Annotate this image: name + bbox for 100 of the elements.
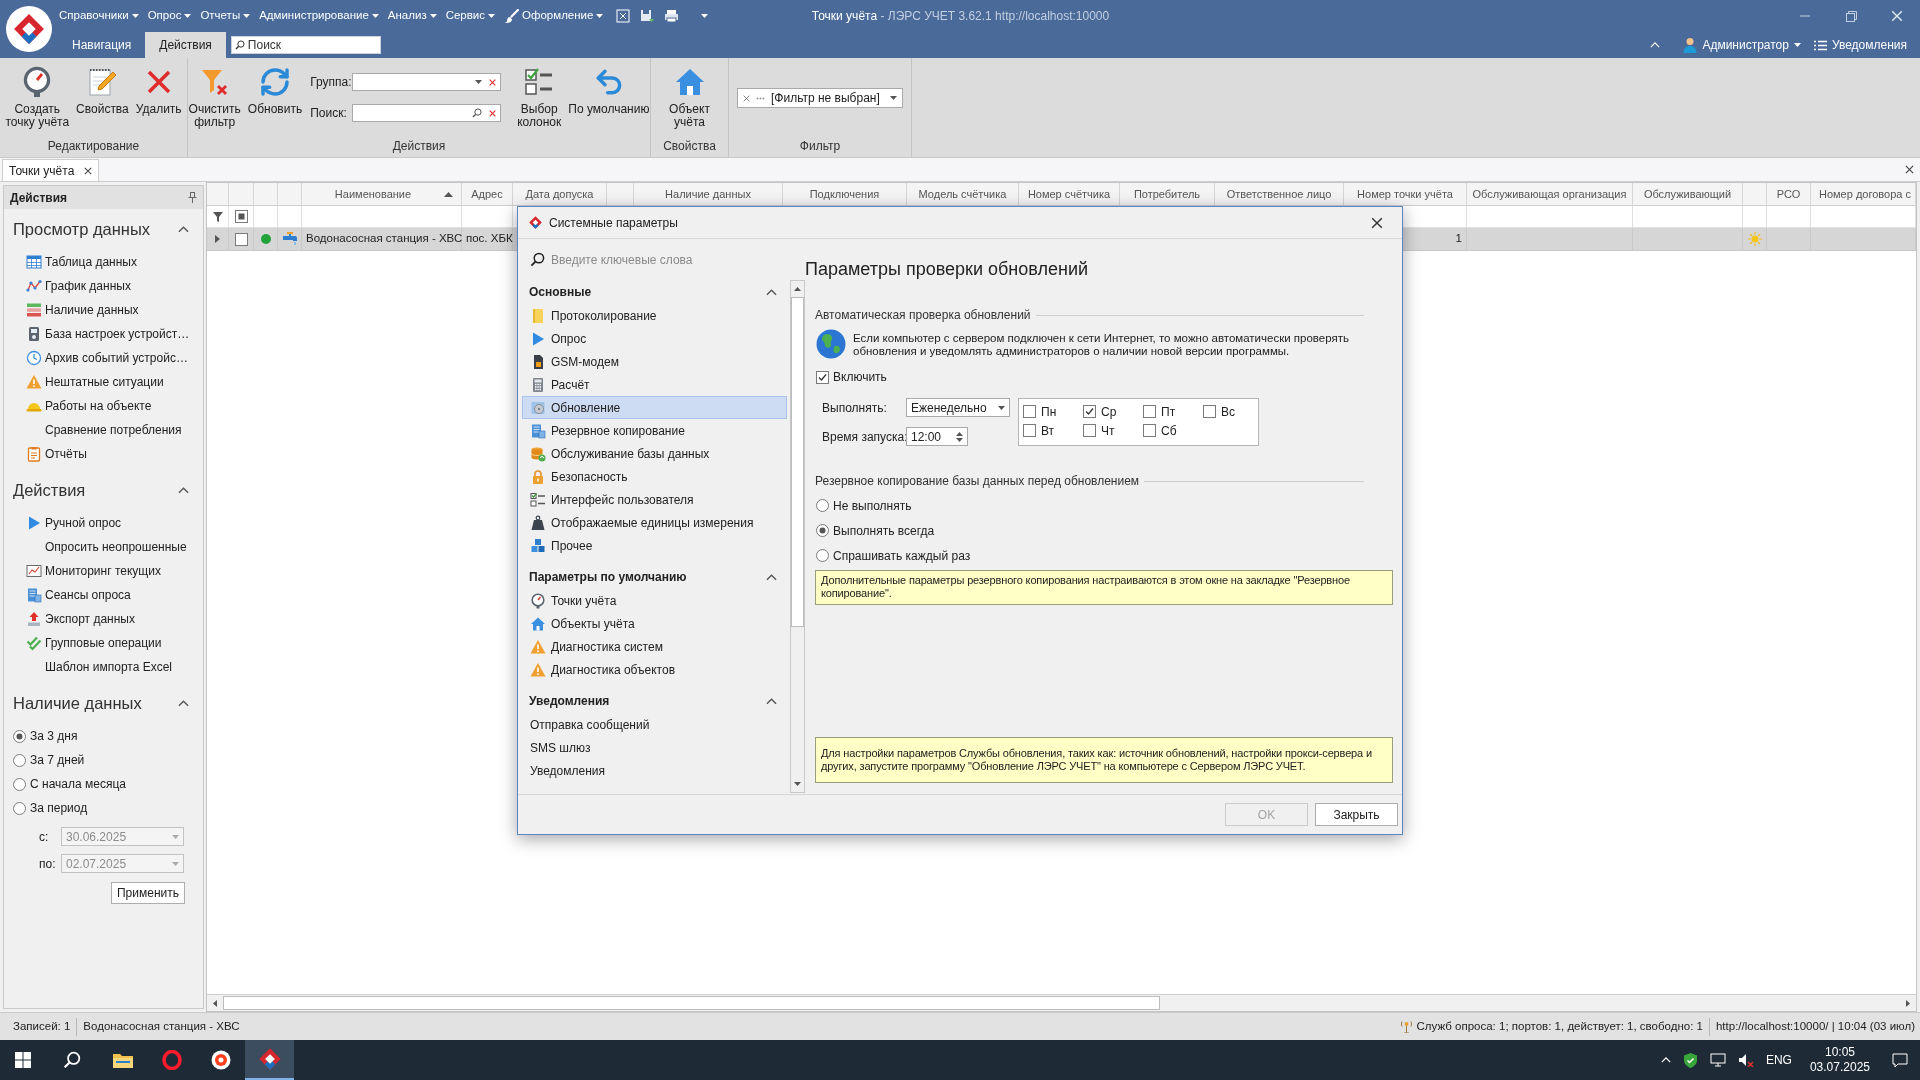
- language-indicator[interactable]: ENG: [1765, 1051, 1792, 1069]
- column-header[interactable]: Номер точки учёта: [1344, 183, 1467, 205]
- radio-option[interactable]: За 3 дня: [13, 724, 78, 748]
- menu-item[interactable]: Анализ: [387, 7, 437, 25]
- sidebar-item[interactable]: Отчёты: [26, 442, 87, 466]
- schedule-dropdown[interactable]: Еженедельно: [906, 398, 1010, 417]
- sidebar-item[interactable]: Шаблон импорта Excel: [45, 655, 173, 679]
- nav-item[interactable]: Отправка сообщений: [522, 713, 787, 736]
- day-checkbox[interactable]: Вт: [1023, 421, 1055, 440]
- create-button[interactable]: Создать точку учёта: [2, 58, 73, 136]
- day-checkbox[interactable]: Пн: [1023, 402, 1057, 421]
- chevron-up-icon[interactable]: [766, 697, 777, 705]
- nav-item[interactable]: Опрос: [522, 327, 787, 350]
- down-arrow-icon[interactable]: [794, 782, 801, 786]
- sidebar-item[interactable]: Сравнение потребления: [45, 418, 182, 442]
- search-field[interactable]: [352, 104, 502, 122]
- nav-item[interactable]: Диагностика систем: [522, 635, 787, 658]
- sidebar-item[interactable]: Архив событий устройс…: [26, 346, 188, 370]
- speech-bubble-icon[interactable]: [1892, 1052, 1908, 1068]
- day-checkbox[interactable]: Пт: [1143, 402, 1176, 421]
- up-arrow-icon[interactable]: [794, 287, 801, 291]
- column-header[interactable]: Наименование: [302, 183, 462, 205]
- caret-right-icon[interactable]: [215, 235, 220, 243]
- sidebar-item[interactable]: Экспорт данных: [26, 607, 135, 631]
- column-header[interactable]: Потребитель: [1120, 183, 1215, 205]
- checkbox-icon[interactable]: [234, 210, 248, 223]
- column-header[interactable]: РСО: [1767, 183, 1811, 205]
- close-icon[interactable]: [84, 166, 93, 175]
- menu-item[interactable]: Опрос: [147, 7, 192, 25]
- search-field[interactable]: Введите ключевые слова: [551, 250, 781, 269]
- nav-item[interactable]: Безопасность: [522, 465, 787, 488]
- enable-checkbox[interactable]: Включить: [815, 368, 887, 386]
- sidebar-item[interactable]: Нештатные ситуации: [26, 370, 164, 394]
- column-chooser-button[interactable]: Выбор колонок: [514, 58, 565, 136]
- column-header[interactable]: Дата допуска: [513, 183, 607, 205]
- ribbon-tab[interactable]: Действия: [145, 32, 226, 58]
- chevron-up-icon[interactable]: [178, 225, 189, 233]
- menu-item[interactable]: Оформление: [504, 7, 604, 25]
- dialog-button[interactable]: Закрыть: [1315, 803, 1398, 826]
- day-checkbox[interactable]: Сб: [1143, 421, 1177, 440]
- menu-item[interactable]: Администрирование: [259, 7, 379, 25]
- taskbar-app[interactable]: [245, 1040, 294, 1080]
- column-header[interactable]: Номер счётчика: [1019, 183, 1120, 205]
- menu-item[interactable]: Сервис: [445, 7, 496, 25]
- nav-item[interactable]: Резервное копирование: [522, 419, 787, 442]
- clear-filter-button[interactable]: Очистить фильтр: [185, 58, 244, 136]
- sidebar-item[interactable]: График данных: [26, 274, 131, 298]
- sidebar-item[interactable]: Таблица данных: [26, 250, 137, 274]
- column-header[interactable]: Наличие данных: [634, 183, 783, 205]
- chevron-up-icon[interactable]: [766, 573, 777, 581]
- nav-item[interactable]: Интерфейс пользователя: [522, 488, 787, 511]
- column-header[interactable]: Подключения: [783, 183, 907, 205]
- chevron-up-icon[interactable]: [178, 699, 189, 707]
- left-arrow-icon[interactable]: [213, 999, 217, 1007]
- sidebar-item[interactable]: Ручной опрос: [26, 511, 122, 535]
- column-header[interactable]: Модель счётчика: [907, 183, 1019, 205]
- nav-item[interactable]: Отображаемые единицы измерения: [522, 511, 787, 534]
- nav-item[interactable]: Точки учёта: [522, 589, 787, 612]
- menu-item[interactable]: Отчеты: [200, 7, 251, 25]
- menu-item[interactable]: Справочники: [59, 7, 139, 25]
- radio-option[interactable]: Не выполнять: [816, 493, 912, 518]
- sidebar-item[interactable]: Работы на объекте: [26, 394, 152, 418]
- nav-item[interactable]: SMS шлюз: [522, 736, 787, 759]
- chevron-up-icon[interactable]: [766, 288, 777, 296]
- close-icon[interactable]: [1371, 216, 1383, 229]
- delete-button[interactable]: Удалить: [132, 58, 185, 136]
- column-header[interactable]: Обслуживающий: [1633, 183, 1743, 205]
- restore-icon[interactable]: [1845, 10, 1857, 22]
- right-arrow-icon[interactable]: [1906, 999, 1910, 1007]
- nav-item[interactable]: GSM-модем: [522, 350, 787, 373]
- sidebar-item[interactable]: Мониторинг текущих: [26, 559, 161, 583]
- filter-combo[interactable]: [Фильтр не выбран]: [737, 88, 903, 108]
- sidebar-item[interactable]: База настроек устройст…: [26, 322, 190, 346]
- column-header[interactable]: Адрес: [462, 183, 513, 205]
- nav-item[interactable]: Объекты учёта: [522, 612, 787, 635]
- printer-icon[interactable]: [664, 9, 680, 23]
- nav-item[interactable]: Протоколирование: [522, 304, 787, 327]
- search-field[interactable]: Поиск: [230, 36, 381, 54]
- chevron-up-icon[interactable]: [178, 486, 189, 494]
- radio-option[interactable]: За 7 дней: [13, 748, 85, 772]
- day-checkbox[interactable]: Чт: [1083, 421, 1115, 440]
- nav-item[interactable]: Обслуживание базы данных: [522, 442, 787, 465]
- column-header[interactable]: Ответственное лицо: [1215, 183, 1344, 205]
- nav-item[interactable]: Уведомления: [522, 759, 787, 782]
- x-square-icon[interactable]: [616, 9, 631, 23]
- pin-icon[interactable]: [188, 192, 197, 203]
- column-header[interactable]: Номер договора с: [1811, 183, 1916, 205]
- refresh-button[interactable]: Обновить: [244, 58, 306, 136]
- time-spinner[interactable]: 12:00: [906, 427, 968, 446]
- nav-item[interactable]: Диагностика объектов: [522, 658, 787, 681]
- user-menu[interactable]: Администратор: [1683, 36, 1801, 54]
- column-header[interactable]: Обслуживающая организация: [1467, 183, 1633, 205]
- sidebar-item[interactable]: Сеансы опроса: [26, 583, 131, 607]
- ribbon-tab[interactable]: Навигация: [58, 32, 146, 58]
- close-icon[interactable]: [1905, 165, 1914, 174]
- reset-button[interactable]: По умолчанию: [565, 58, 653, 136]
- document-tab[interactable]: Точки учёта: [2, 159, 100, 181]
- apply-button[interactable]: Применить: [111, 882, 185, 904]
- radio-option[interactable]: С начала месяца: [13, 772, 126, 796]
- properties-button[interactable]: Свойства: [73, 58, 132, 136]
